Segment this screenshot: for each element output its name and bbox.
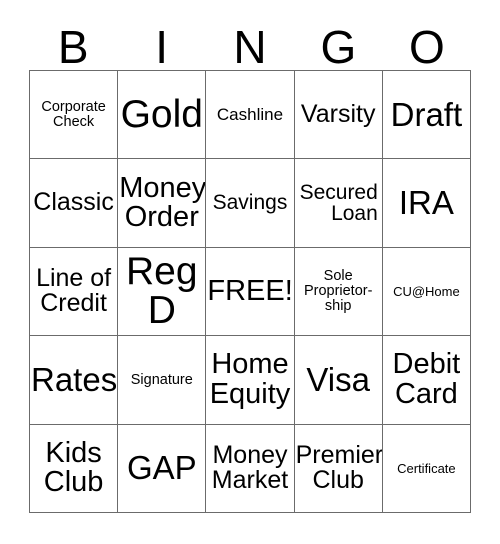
bingo-cell-label: Home Equity [209, 348, 291, 410]
bingo-cell-label: Money Order [119, 171, 207, 234]
bingo-cell[interactable]: Reg D [118, 247, 207, 337]
bingo-cell[interactable]: Draft [382, 71, 471, 160]
bingo-header-letter-i: I [155, 21, 168, 73]
bingo-cell-label: Signature [130, 371, 193, 388]
bingo-cell[interactable]: Cashline [206, 71, 295, 160]
bingo-cell-label: CU@Home [393, 283, 460, 299]
bingo-header: B I N GO [29, 15, 471, 70]
bingo-cell[interactable]: Sole Proprietor- ship [294, 247, 383, 337]
bingo-card: B I N GO Corporate Check Gold Cashline Varsity… [0, 0, 500, 544]
bingo-cell[interactable]: Certificate [382, 424, 471, 513]
bingo-cell-label: Certificate [397, 460, 456, 476]
bingo-cell-label: FREE! [207, 274, 293, 307]
bingo-cell-label: Sole Proprietor- ship [303, 268, 373, 314]
bingo-cell[interactable]: Home Equity [206, 336, 295, 425]
bingo-cell-label: Cashline [216, 105, 284, 125]
bingo-cell[interactable]: Rates [30, 336, 119, 425]
bingo-cell-label: Draft [390, 95, 463, 133]
bingo-cell[interactable]: Gold [118, 71, 207, 160]
bingo-cell-label: Gold [120, 92, 203, 136]
bingo-cell[interactable]: GAP [118, 424, 207, 513]
bingo-cell-label: Kids Club [43, 436, 104, 499]
bingo-cell-label: IRA [398, 184, 454, 222]
bingo-cell-label: Money Market [211, 440, 289, 495]
bingo-cell[interactable]: Visa [294, 336, 383, 425]
bingo-cell-label: Reg D [126, 249, 198, 333]
bingo-cell[interactable]: Corporate Check [30, 71, 119, 160]
bingo-header-letter-g: G [320, 21, 357, 73]
bingo-cell[interactable]: Debit Card [382, 336, 471, 425]
bingo-cell[interactable]: CU@Home [382, 247, 471, 337]
bingo-cell[interactable]: Premier Club [294, 424, 383, 513]
bingo-cell-label: Rates [31, 361, 118, 399]
bingo-cell-label: Debit Card [392, 348, 461, 410]
bingo-cell-label: Savings [212, 191, 288, 215]
bingo-header-letter-b: B [57, 21, 89, 73]
bingo-header-letter-n: N [233, 21, 267, 73]
bingo-cell[interactable]: Kids Club [30, 424, 119, 513]
bingo-cell-label: Premier Club [295, 440, 383, 495]
bingo-cell[interactable]: Money Order [118, 159, 207, 248]
bingo-cell[interactable]: IRA [382, 159, 471, 248]
bingo-cell[interactable]: Money Market [206, 424, 295, 513]
bingo-cell-label: Line of Credit [36, 263, 112, 318]
bingo-cell[interactable]: Classic [30, 159, 119, 248]
bingo-cell[interactable]: Secured Loan [294, 159, 383, 248]
bingo-cell-label: Visa [306, 361, 370, 399]
bingo-cell-label: GAP [126, 449, 197, 487]
bingo-cell-free[interactable]: FREE! [206, 247, 295, 337]
bingo-cell[interactable]: Line of Credit [30, 247, 119, 337]
bingo-cell[interactable]: Varsity [294, 71, 383, 160]
bingo-cell[interactable]: Savings [206, 159, 295, 248]
bingo-grid: Corporate Check Gold Cashline Varsity Draft C… [29, 70, 471, 513]
bingo-header-letter-o: O [408, 21, 445, 73]
bingo-cell-label: Classic [33, 188, 114, 217]
bingo-cell-label: Corporate Check [41, 98, 106, 130]
bingo-cell-label: Varsity [300, 99, 376, 128]
bingo-cell-label: Secured Loan [299, 180, 378, 226]
bingo-cell[interactable]: Signature [118, 336, 207, 425]
